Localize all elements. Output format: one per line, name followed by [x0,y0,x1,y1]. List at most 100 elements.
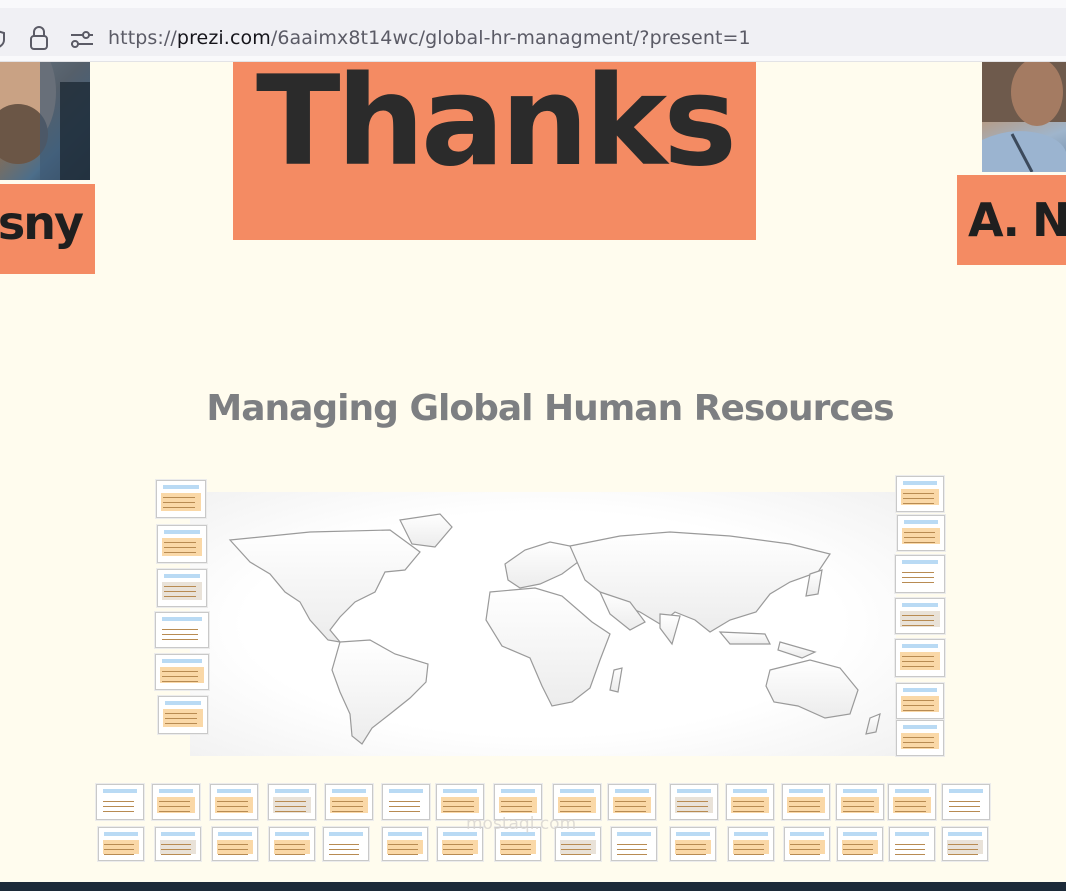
slide-thumbnail[interactable] [895,598,945,634]
slide-thumbnail[interactable] [784,827,830,861]
thumbnail-header [442,789,478,793]
thumbnail-header [901,560,939,564]
thumbnail-text-line [158,801,190,802]
thumbnail-text-line [901,625,935,626]
thumbnail-text-line [790,844,821,845]
slide-thumbnail[interactable] [212,827,258,861]
thumbnail-text-line [162,671,198,672]
thumbnail-text-line [902,737,934,738]
slide-thumbnail[interactable] [210,784,258,820]
thumbnail-header [614,789,650,793]
slide-thumbnail[interactable] [836,784,884,820]
slide-thumbnail[interactable] [96,784,144,820]
slide-thumbnail[interactable] [269,827,315,861]
presentation-canvas[interactable]: Thanks osny A. Na Managing Global Human … [0,62,1066,882]
slide-thumbnail[interactable] [98,827,144,861]
slide-thumbnail[interactable] [323,827,369,861]
thumbnail-header [895,832,929,836]
thumbnail-text-line [948,854,979,855]
slide-thumbnail[interactable] [895,639,945,677]
slide-thumbnail[interactable] [782,784,830,820]
thumbnail-body [674,840,712,854]
url-field[interactable]: https://prezi.com/6aaimx8t14wc/global-hr… [0,8,1066,56]
permissions-icon[interactable] [69,30,95,50]
slide-thumbnail[interactable] [268,784,316,820]
thumbnail-text-line [842,806,874,807]
slide-thumbnail[interactable] [611,827,657,861]
slide-thumbnail[interactable] [670,784,718,820]
slide-thumbnail[interactable] [670,827,716,861]
slide-thumbnail[interactable] [382,827,428,861]
thumbnail-header [734,832,768,836]
thumbnail-header [901,603,939,607]
slide-thumbnail[interactable] [896,720,944,756]
thumbnail-text-line [164,713,198,714]
thumbnail-body [788,840,826,854]
thumbnail-text-line [162,502,196,503]
url-path: /6aaimx8t14wc/global-hr-managment/?prese… [270,27,751,49]
thumbnail-header [902,481,938,485]
thumbnail-text-line [734,849,765,850]
slide-thumbnail[interactable] [155,612,209,648]
thumbnail-header [164,701,202,705]
thumbnail-text-line [676,854,707,855]
thumbnail-text-line [895,844,926,845]
slide-thumbnail[interactable] [942,827,988,861]
slide-thumbnail[interactable] [728,827,774,861]
slide-thumbnail[interactable] [152,784,200,820]
thumbnail-text-line [163,542,197,543]
thumbnail-text-line [902,498,934,499]
slide-thumbnail[interactable] [896,476,944,512]
thumbnail-text-line [902,747,934,748]
thumbnail-header [104,832,138,836]
thumbnail-text-line [903,532,935,533]
slide-thumbnail[interactable] [608,784,656,820]
thanks-heading-box: Thanks [233,62,756,240]
thumbnail-text-line [216,811,248,812]
slide-thumbnail[interactable] [896,683,944,719]
slide-thumbnail[interactable] [897,515,945,551]
thumbnail-text-line [676,801,708,802]
slide-thumbnail[interactable] [156,480,206,518]
presenter-photo-left [0,62,90,180]
slide-thumbnail[interactable] [942,784,990,820]
slide-thumbnail[interactable] [157,569,207,607]
slide-thumbnail[interactable] [155,654,209,690]
presenter-name-left-box: osny [0,184,95,274]
slide-thumbnail[interactable] [158,696,208,734]
slide-thumbnail[interactable] [155,827,201,861]
thumbnail-header [732,789,768,793]
slide-thumbnail[interactable] [382,784,430,820]
presentation-title: Managing Global Human Resources [206,388,894,429]
thumbnail-header [901,644,939,648]
thumbnail-text-line [902,710,934,711]
thumbnail-text-line [158,806,190,807]
thumbnail-text-line [901,620,935,621]
thumbnail-text-line [894,806,926,807]
thanks-heading: Thanks [255,62,737,194]
world-map[interactable] [190,492,896,756]
thumbnail-text-line [843,844,874,845]
slide-thumbnail[interactable] [157,525,207,563]
slide-thumbnail[interactable] [889,827,935,861]
thumbnail-text-line [442,811,474,812]
url-text[interactable]: https://prezi.com/6aaimx8t14wc/global-hr… [108,27,751,49]
lock-icon[interactable] [29,25,49,51]
thumbnail-text-line [901,666,935,667]
slide-thumbnail[interactable] [726,784,774,820]
thumbnail-text-line [331,811,363,812]
shield-icon[interactable] [0,28,8,50]
thumbnail-text-line [902,700,934,701]
thumbnail-text-line [676,811,708,812]
thumbnail-text-line [164,723,198,724]
slide-thumbnail[interactable] [837,827,883,861]
slide-thumbnail[interactable] [325,784,373,820]
thumbnail-text-line [948,806,980,807]
thumbnail-header [218,832,252,836]
slide-thumbnail[interactable] [888,784,936,820]
slide-thumbnail[interactable] [895,555,945,593]
thumbnail-text-line [902,705,934,706]
thumbnail-header [788,789,824,793]
thumbnail-body [732,840,770,854]
presenter-name-right: A. Na [968,193,1066,247]
